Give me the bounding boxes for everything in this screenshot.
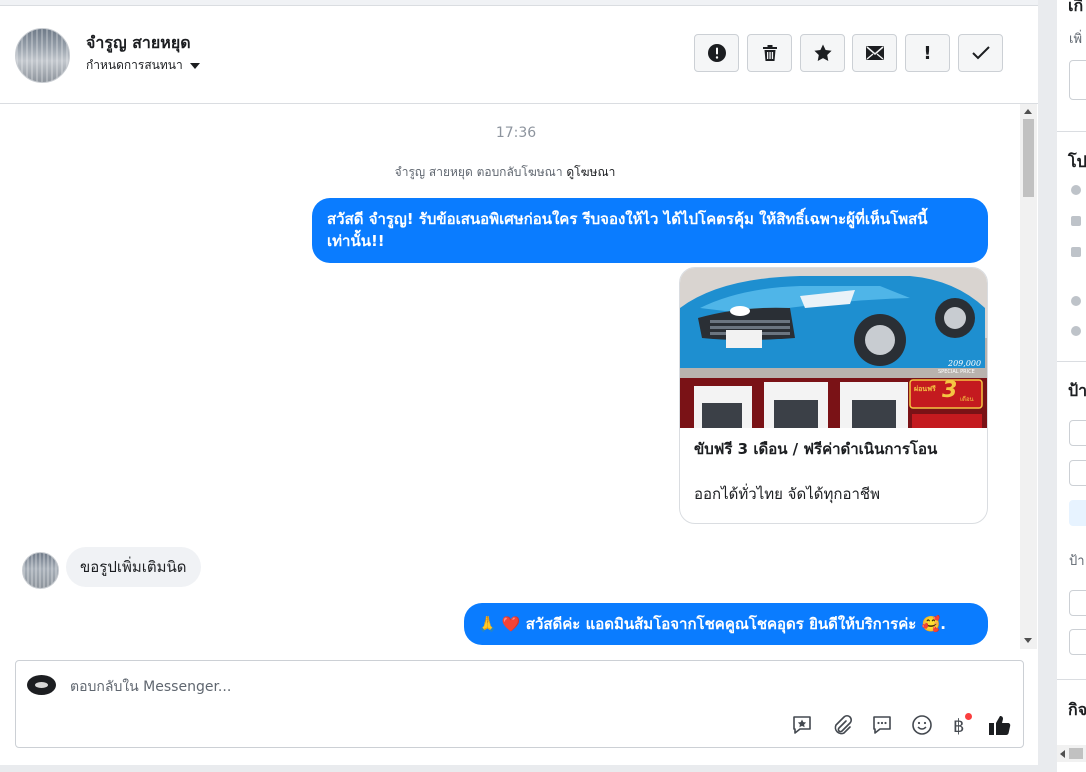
- alert-circle-icon: [707, 44, 726, 62]
- emoji-icon: [912, 715, 932, 735]
- reply-composer: ฿: [15, 660, 1024, 748]
- panel-field[interactable]: [1069, 629, 1086, 655]
- panel-section-title: ป้า: [1068, 381, 1086, 400]
- reply-input[interactable]: [68, 675, 672, 699]
- assign-label: กำหนดการสนทนา: [86, 58, 183, 72]
- ad-image-promo-unit: เดือน: [960, 396, 974, 403]
- page-avatar: [27, 675, 56, 695]
- ad-reply-notice: จำรูญ สายหยุด ตอบกลับโฆษณา ดูโฆษณา: [0, 163, 1010, 182]
- view-ad-link[interactable]: ดูโฆษณา: [566, 165, 615, 179]
- panel-section-title: โป: [1068, 152, 1086, 171]
- label-chip[interactable]: [1069, 460, 1086, 486]
- incoming-message[interactable]: ขอรูปเพิ่มเติมนิด: [66, 547, 201, 587]
- message-timestamp: 17:36: [495, 125, 537, 141]
- conversation-header: จำรูญ สายหยุด กำหนดการสนทนา !: [0, 6, 1038, 104]
- scrollbar-thumb[interactable]: [1069, 748, 1083, 759]
- ad-card-subtitle: ออกได้ทั่วไทย จัดได้ทุกอาชีพ: [694, 485, 880, 503]
- panel-section-label: ป้า: [1069, 554, 1085, 569]
- customer-info-panel: เกี เพิ่ โป ป้า ป้า กิจ: [1057, 0, 1086, 772]
- location-pin-icon: [1071, 296, 1081, 306]
- ad-image-price-note: SPECIAL PRICE: [938, 369, 975, 375]
- scrollbar-thumb[interactable]: [1023, 119, 1034, 197]
- like-button[interactable]: [988, 713, 1012, 737]
- notification-dot: [965, 713, 972, 720]
- bottom-strip: [0, 765, 1057, 772]
- attach-button[interactable]: [830, 713, 854, 737]
- done-button[interactable]: [958, 34, 1003, 72]
- panel-section-title: เกี: [1068, 0, 1084, 15]
- customer-message-avatar: [22, 552, 59, 589]
- delete-button[interactable]: [747, 34, 792, 72]
- panel-gap: [1038, 0, 1057, 772]
- location-pin-icon: [1071, 326, 1081, 336]
- conversation-pane: จำรูญ สายหยุด กำหนดการสนทนา ! 17:36 จำรู…: [0, 0, 1039, 765]
- car-photo: [680, 268, 987, 428]
- chat-button[interactable]: [870, 713, 894, 737]
- svg-text:฿: ฿: [953, 716, 964, 736]
- ad-image-promo-number: 3: [942, 378, 958, 403]
- scroll-left-arrow-icon[interactable]: [1060, 750, 1065, 758]
- panel-section-title: กิจ: [1068, 700, 1086, 719]
- exclamation-icon: !: [923, 42, 932, 64]
- clock-icon: [1071, 185, 1081, 195]
- message-thread[interactable]: 17:36 จำรูญ สายหยุด ตอบกลับโฆษณา ดูโฆษณา…: [0, 104, 1020, 649]
- trash-icon: [762, 45, 777, 61]
- panel-divider: [1057, 131, 1086, 132]
- chat-icon: [873, 716, 891, 734]
- label-chip-selected[interactable]: [1069, 500, 1086, 526]
- ad-image-price: 209,000: [948, 359, 982, 368]
- report-spam-button[interactable]: [694, 34, 739, 72]
- like-icon: [989, 716, 1011, 735]
- caret-down-icon: [189, 62, 200, 69]
- saved-replies-icon: [793, 716, 811, 734]
- outgoing-message[interactable]: 🙏 ❤️ สวัสดีค่ะ แอดมินส้มโอจากโชคคูณโชคอุ…: [464, 603, 988, 645]
- ad-image-promo: ผ่อนฟรี: [914, 385, 936, 393]
- star-button[interactable]: [800, 34, 845, 72]
- ad-reply-text: จำรูญ สายหยุด ตอบกลับโฆษณา: [394, 165, 563, 179]
- scroll-up-arrow-icon[interactable]: [1024, 109, 1032, 114]
- scroll-down-arrow-icon[interactable]: [1024, 638, 1032, 643]
- education-icon: [1071, 247, 1081, 257]
- panel-divider: [1057, 679, 1086, 680]
- star-icon: [813, 44, 832, 61]
- baht-payment-button[interactable]: ฿: [948, 713, 972, 737]
- envelope-icon: [865, 46, 884, 60]
- assign-conversation-dropdown[interactable]: กำหนดการสนทนา: [86, 56, 200, 75]
- mark-unread-button[interactable]: [852, 34, 897, 72]
- customer-name[interactable]: จำรูญ สายหยุด: [86, 31, 191, 56]
- panel-field[interactable]: [1069, 590, 1086, 616]
- outgoing-message[interactable]: สวัสดี จำรูญ! รับข้อเสนอพิเศษก่อนใคร รีบ…: [312, 198, 988, 263]
- ad-card-title: ขับฟรี 3 เดือน / ฟรีค่าดำเนินการโอน: [694, 440, 938, 458]
- panel-section-label: เพิ่: [1069, 32, 1083, 47]
- attach-icon: [834, 714, 853, 735]
- composer-toolbar: ฿: [16, 713, 1025, 737]
- follow-up-button[interactable]: !: [905, 34, 950, 72]
- panel-horizontal-scrollbar[interactable]: [1057, 745, 1086, 762]
- thread-scrollbar[interactable]: [1020, 104, 1037, 649]
- briefcase-icon: [1071, 216, 1081, 226]
- panel-divider: [1057, 361, 1086, 362]
- ad-card[interactable]: 209,000 SPECIAL PRICE ผ่อนฟรี 3 เดือน ขั…: [679, 267, 988, 524]
- checkmark-icon: [971, 46, 990, 60]
- customer-avatar[interactable]: [15, 28, 70, 83]
- saved-replies-button[interactable]: [790, 713, 814, 737]
- panel-field[interactable]: [1069, 60, 1086, 100]
- emoji-button[interactable]: [910, 713, 934, 737]
- label-chip[interactable]: [1069, 420, 1086, 446]
- ad-card-image[interactable]: 209,000 SPECIAL PRICE ผ่อนฟรี 3 เดือน: [680, 268, 987, 428]
